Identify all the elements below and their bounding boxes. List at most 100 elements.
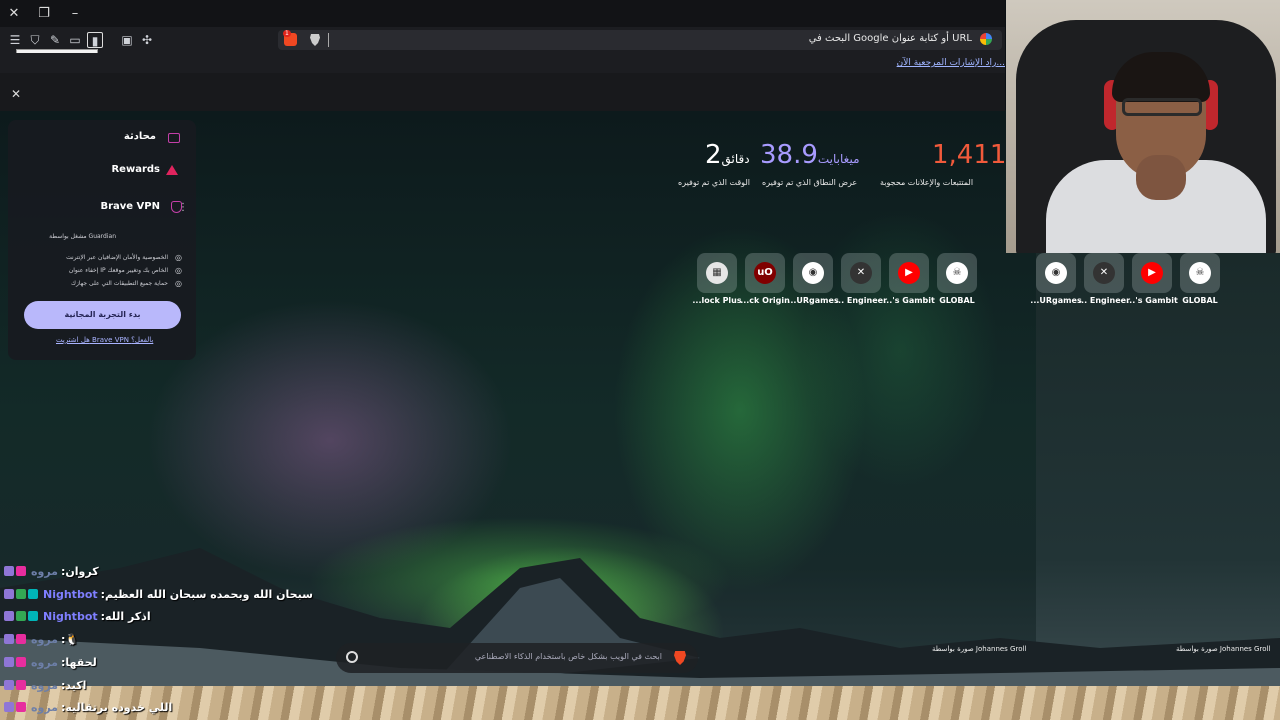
chat-text: سبحان الله وبحمده سبحان الله العظيم: [105, 587, 313, 601]
already-purchased-link[interactable]: هل اشتريت Brave VPN بالفعل؟: [56, 336, 153, 344]
chat-username: مروه: [31, 700, 58, 714]
chat-message: مروه : لحقها: [4, 653, 97, 671]
chat-badge-icon: [16, 589, 26, 599]
sidebar-toggle-icon[interactable]: ▮: [87, 32, 103, 48]
minimize-window-icon[interactable]: –: [65, 4, 85, 24]
window-titlebar: ✕ ❐ –: [0, 0, 1005, 27]
chat-username: مروه: [31, 678, 58, 692]
chat-username: مروه: [31, 655, 58, 669]
bookmarks-bar: راد الإشارات المرجعية الآن...: [0, 53, 1005, 73]
chat-message: مروه : اكيد: [4, 676, 86, 694]
notification-bar: ✕: [0, 73, 1005, 111]
chat-text: اكيد: [65, 678, 87, 692]
chat-message: مروه : 🐧: [4, 630, 79, 648]
chat-text: اللي خدوده برتقاليه: [65, 700, 173, 714]
shields-count-badge: 1: [283, 30, 291, 37]
time-saved-value: دقائق2: [705, 140, 750, 170]
chat-badge-icon: [16, 702, 26, 712]
more-options-icon[interactable]: ⋮: [178, 202, 188, 213]
site-favicon-icon: ▦: [706, 262, 728, 284]
chat-text: كروان: [65, 564, 99, 578]
top-site-tile[interactable]: ▶: [1132, 253, 1172, 293]
site-favicon-icon: ✕: [850, 262, 872, 284]
camera-icon: [168, 133, 180, 143]
chat-badge-icon: [4, 589, 14, 599]
talk-label[interactable]: محادثة: [124, 131, 156, 142]
top-site-tile[interactable]: uO: [745, 253, 785, 293]
bandwidth-number: 38.9: [760, 140, 818, 170]
close-window-icon[interactable]: ✕: [4, 4, 24, 24]
time-number: 2: [705, 140, 722, 170]
powered-by-text: مشغل بواسطة Guardian: [49, 233, 116, 240]
trackers-blocked-value: 1,411: [932, 140, 1007, 170]
brave-logo-icon: [674, 651, 686, 665]
chat-message: Nightbot : سبحان الله وبحمده سبحان الله …: [4, 585, 313, 603]
search-placeholder: ابحث في الويب بشكل خاص باستخدام الذكاء ا…: [474, 652, 662, 661]
shield-icon[interactable]: ⛉: [27, 32, 43, 48]
restore-window-icon[interactable]: ❐: [34, 4, 54, 24]
brave-shields-icon[interactable]: [310, 34, 320, 46]
person-hand: [1136, 155, 1186, 200]
bandwidth-unit: ميغابايت: [817, 152, 860, 166]
time-unit: دقائق: [721, 152, 750, 166]
chat-badge-icon: [16, 566, 26, 576]
bandwidth-saved-label: عرض النطاق الذي تم توفيره: [762, 178, 858, 187]
chat-username: Nightbot: [43, 609, 98, 623]
chat-username: مروه: [31, 632, 58, 646]
url-placeholder: البحث في Google أو كتابة عنوان URL: [808, 33, 972, 44]
trackers-blocked-label: المتتبعات والإعلانات محجوبة: [880, 178, 974, 187]
sand-overlay: [0, 686, 1280, 720]
top-site-tile[interactable]: ✕: [841, 253, 881, 293]
site-favicon-icon: ✕: [1093, 262, 1115, 284]
start-trial-button[interactable]: بدء التجربة المجانية: [24, 301, 181, 329]
site-favicon-icon: ▶: [1141, 262, 1163, 284]
chat-badge-icon: [28, 611, 38, 621]
tabs-icon[interactable]: ▭: [67, 32, 83, 48]
chat-message: Nightbot : اذكر الله: [4, 607, 151, 625]
time-saved-label: الوقت الذي تم توفيره: [678, 178, 750, 187]
search-box[interactable]: ابحث في الويب بشكل خاص باستخدام الذكاء ا…: [336, 643, 698, 673]
feature-1: الخصوصية والأمان الإضافيان عبر الإنترنت: [66, 254, 168, 261]
top-site-tile[interactable]: ☠: [1180, 253, 1220, 293]
top-site-tile[interactable]: ▦: [697, 253, 737, 293]
top-site-tile[interactable]: ◉: [793, 253, 833, 293]
vpn-label[interactable]: Brave VPN: [100, 201, 160, 212]
chat-message: مروه : اللي خدوده برتقاليه: [4, 698, 172, 716]
reader-icon[interactable]: ▣: [119, 32, 135, 48]
address-bar[interactable]: 1 البحث في Google أو كتابة عنوان URL: [278, 30, 1002, 50]
chat-badge-icon: [4, 657, 14, 667]
search-icon: [346, 651, 358, 663]
screen: ✕ ❐ – ☰ ⛉ ✎ ▭ ▮ ▣ ✣ 1 البحث في Google أو…: [0, 0, 1280, 720]
top-site-tile[interactable]: ✕: [1084, 253, 1124, 293]
site-favicon-icon: ◉: [802, 262, 824, 284]
rewards-label[interactable]: Rewards: [111, 164, 160, 175]
chat-badge-icon: [16, 657, 26, 667]
top-site-tile[interactable]: ▶: [889, 253, 929, 293]
chat-text: اذكر الله: [105, 609, 151, 623]
chat-message: مروه : كروان: [4, 562, 99, 580]
import-bookmarks-link[interactable]: راد الإشارات المرجعية الآن...: [897, 58, 1005, 68]
top-site-tile[interactable]: ☠: [937, 253, 977, 293]
menu-icon[interactable]: ☰: [7, 32, 23, 48]
check-icon: ◎: [175, 279, 182, 288]
photo-credit: صورة بواسطة Johannes Groll: [932, 645, 1027, 653]
chat-text: لحقها: [65, 655, 97, 669]
chat-badge-icon: [16, 680, 26, 690]
chat-text: 🐧: [65, 632, 80, 646]
chat-badge-icon: [4, 702, 14, 712]
check-icon: ◎: [175, 266, 182, 275]
top-site-tile[interactable]: ◉: [1036, 253, 1076, 293]
puzzle-icon[interactable]: ✣: [139, 32, 155, 48]
chat-username: مروه: [31, 564, 58, 578]
glasses: [1122, 98, 1202, 116]
close-icon[interactable]: ✕: [11, 87, 21, 101]
chat-badge-icon: [4, 634, 14, 644]
bandwidth-saved-value: ميغابايت38.9: [760, 140, 860, 170]
chat-badge-icon: [4, 611, 14, 621]
top-site-label[interactable]: GLOBAL: [1170, 296, 1230, 305]
chat-badge-icon: [4, 680, 14, 690]
chat-badge-icon: [16, 634, 26, 644]
chat-badge-icon: [4, 566, 14, 576]
top-site-label[interactable]: GLOBAL: [927, 296, 987, 305]
extensions-icon[interactable]: ✎: [47, 32, 63, 48]
